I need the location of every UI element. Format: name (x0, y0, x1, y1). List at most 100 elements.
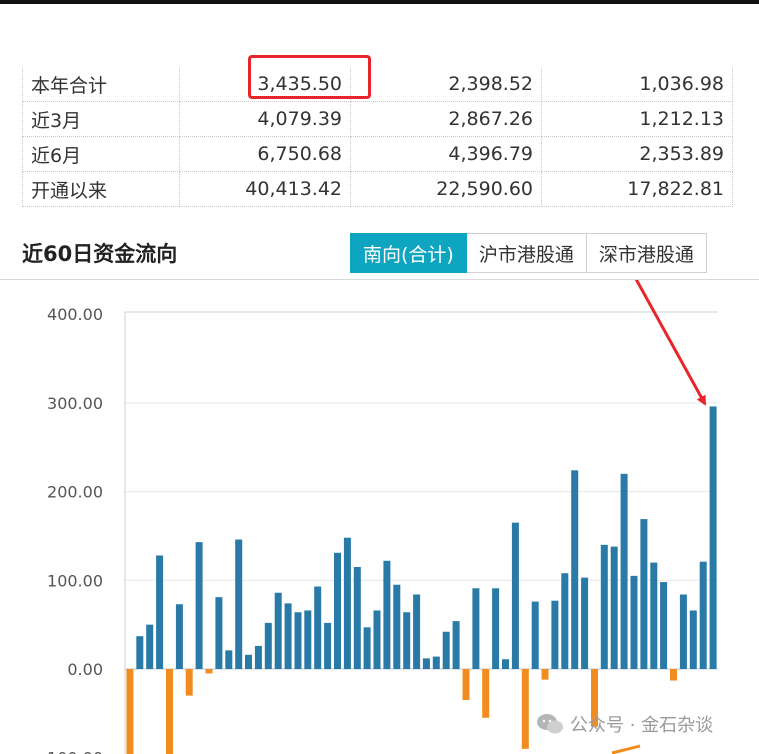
chart-bar (166, 669, 173, 754)
tab-shenzhen-hk-connect[interactable]: 深市港股通 (586, 233, 707, 273)
chart-bar (462, 669, 470, 701)
chart-bar (571, 470, 579, 669)
chart-bar (373, 610, 381, 669)
chart-bar (403, 612, 411, 669)
watermark: 公众号 · 金石杂谈 (536, 711, 713, 737)
chart-bar (452, 621, 460, 669)
chart-bar (531, 601, 539, 669)
cell-value: 40,413.42 (179, 171, 351, 207)
chart-bar (492, 588, 500, 669)
chart-bar (363, 627, 371, 669)
chart-bar (521, 669, 529, 749)
chart-bar (581, 577, 589, 669)
table-row: 近6月 6,750.68 4,396.79 2,353.89 (22, 136, 733, 172)
chart-bar (324, 622, 332, 669)
chart-grid (125, 311, 718, 670)
y-tick-label: 400.00 (47, 305, 103, 324)
chart-bar (709, 406, 717, 669)
table-row: 近3月 4,079.39 2,867.26 1,212.13 (22, 101, 733, 137)
chart-bar (383, 560, 391, 669)
chart-bar (541, 669, 549, 680)
y-axis: 400.00 300.00 200.00 100.00 0.00 -100.00 (41, 305, 126, 754)
row-label: 近3月 (22, 101, 180, 137)
chart-bar (660, 582, 668, 669)
cell-value: 2,398.52 (350, 67, 542, 102)
tab-southbound-total[interactable]: 南向(合计) (350, 233, 467, 273)
y-tick-label: 0.00 (67, 660, 103, 679)
annotation-arrow-partial (611, 744, 641, 754)
row-label: 本年合计 (22, 67, 180, 102)
row-label: 开通以来 (22, 171, 180, 207)
chart-bar (205, 669, 213, 674)
y-tick-label: 200.00 (47, 483, 103, 502)
chart-bar (689, 610, 697, 669)
chart-bar (432, 656, 440, 669)
cell-value: 4,396.79 (350, 136, 542, 172)
flow-summary-table: 本年合计 3,435.50 2,398.52 1,036.98 近3月 4,07… (22, 67, 733, 207)
chart-bar (225, 650, 233, 669)
chart-bar (304, 610, 312, 669)
cell-value: 6,750.68 (179, 136, 351, 172)
cell-value: 2,353.89 (541, 136, 733, 172)
chart-bar (136, 636, 144, 669)
watermark-text: 公众号 · 金石杂谈 (570, 715, 714, 736)
chart-bar (561, 573, 569, 669)
chart-bar (630, 575, 638, 669)
chart-bar (422, 658, 430, 669)
chart-bar (551, 600, 559, 669)
chart-bar (334, 552, 341, 669)
chart-bar (215, 597, 223, 669)
section-title: 近60日资金流向 (22, 242, 178, 266)
cell-value: 1,036.98 (541, 67, 733, 102)
chart-bar (502, 659, 509, 669)
chart-bar (679, 594, 687, 669)
chart-bar (393, 584, 401, 669)
table-row: 开通以来 40,413.42 22,590.60 17,822.81 (22, 171, 733, 207)
chart-bar (472, 588, 480, 669)
market-tabs: 南向(合计) 沪市港股通 深市港股通 (350, 233, 707, 273)
chart-bar (254, 645, 262, 669)
chart-bar (284, 603, 292, 669)
chart-bar (353, 566, 361, 669)
row-label: 近6月 (22, 136, 180, 172)
chart-bar (413, 594, 421, 669)
chart-bar (235, 539, 243, 669)
highlight-box-annotation (248, 55, 371, 99)
chart-bar (511, 522, 519, 669)
chart-bar (126, 669, 134, 754)
chart-bar (185, 669, 193, 696)
y-tick-label: -100.00 (41, 749, 103, 754)
chart-bar (482, 669, 490, 718)
top-edge (0, 0, 759, 4)
chart-bar (156, 555, 164, 669)
chart-bar (650, 562, 658, 669)
chart-bar (600, 544, 608, 669)
y-tick-label: 100.00 (47, 571, 103, 590)
chart-bar (670, 669, 677, 681)
chart-bar (294, 612, 302, 669)
chart-bar (274, 592, 282, 669)
chart-bar (264, 622, 272, 669)
chart-bar (610, 546, 618, 669)
chart-bar (699, 561, 707, 669)
chart-bar (245, 654, 252, 669)
tab-shanghai-hk-connect[interactable]: 沪市港股通 (466, 233, 587, 273)
chart-bar (175, 604, 183, 669)
cell-value: 4,079.39 (179, 101, 351, 137)
cell-value: 22,590.60 (350, 171, 542, 207)
chart-bar (146, 624, 154, 669)
capital-flow-bar-chart: 400.00 300.00 200.00 100.00 0.00 -100.00 (41, 280, 718, 754)
cell-value: 17,822.81 (541, 171, 733, 207)
annotation-arrow (634, 280, 707, 406)
cell-value: 2,867.26 (350, 101, 542, 137)
y-tick-label: 300.00 (47, 394, 103, 413)
chart-bar (620, 473, 628, 669)
table-row: 本年合计 3,435.50 2,398.52 1,036.98 (22, 67, 733, 102)
chart-bar (640, 519, 648, 669)
chart-bar (442, 631, 450, 669)
chart-bar (314, 586, 322, 669)
chart-bar (195, 542, 203, 669)
chart-bar (343, 537, 351, 669)
cell-value: 1,212.13 (541, 101, 733, 137)
wechat-icon (537, 714, 563, 734)
